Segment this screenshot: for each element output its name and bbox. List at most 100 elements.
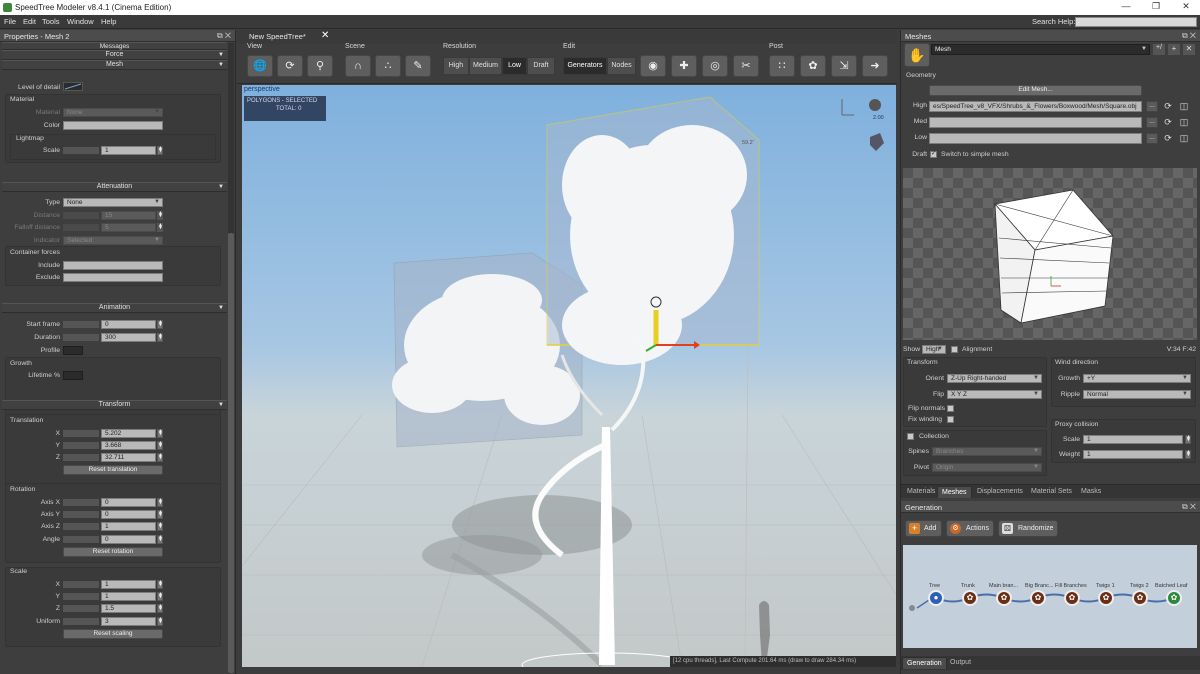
orient-select[interactable]: Z-Up Right-handed ▼ <box>947 374 1042 383</box>
axis-y-slider[interactable] <box>63 511 99 518</box>
edit-mesh-button[interactable]: Edit Mesh... <box>929 85 1142 96</box>
flip-normals-checkbox[interactable] <box>947 405 954 412</box>
tab-meshes[interactable]: Meshes <box>937 486 972 498</box>
sx-input[interactable]: 1 <box>101 580 156 589</box>
post-export-icon[interactable]: ⇲ <box>831 55 857 77</box>
high-mesh-path[interactable]: es/SpeedTree_v8_VFX/Shrubs_&_Flowers/Box… <box>929 101 1142 112</box>
mesh-preview[interactable] <box>903 168 1197 340</box>
falloff-spinner[interactable]: ▲ ▼ <box>157 223 163 232</box>
alignment-checkbox[interactable] <box>951 346 958 353</box>
profile-curve-widget[interactable] <box>63 346 83 355</box>
angle-input[interactable]: 0 <box>101 535 156 544</box>
sy-slider[interactable] <box>63 593 99 600</box>
mesh-delete-icon[interactable]: ✕ <box>1183 44 1195 55</box>
proxy-weight-spinner[interactable]: ▲ ▼ <box>1185 450 1191 459</box>
post-leaf-icon[interactable]: ✿ <box>800 55 826 77</box>
uniform-input[interactable]: 3 <box>101 617 156 626</box>
lightmap-scale-spinner[interactable]: ▲ ▼ <box>157 146 163 155</box>
node-big-branches-icon[interactable]: ✿ <box>1030 590 1046 606</box>
tz-spinner[interactable]: ▲ ▼ <box>157 453 163 462</box>
lod-curve-widget[interactable] <box>63 82 83 91</box>
sz-slider[interactable] <box>63 605 99 612</box>
mesh-duplicate-icon[interactable]: +/ <box>1153 44 1165 55</box>
reset-translation-button[interactable]: Reset translation <box>63 465 163 475</box>
tab-output[interactable]: Output <box>946 657 975 668</box>
view-globe-icon[interactable]: 🌐 <box>247 55 273 77</box>
menu-file[interactable]: File <box>4 17 16 26</box>
res-high-button[interactable]: High <box>443 57 469 75</box>
axis-x-input[interactable]: 0 <box>101 498 156 507</box>
proxy-scale-input[interactable]: 1 <box>1083 435 1183 444</box>
panel-float-close-icon[interactable]: ⧉ ✕ <box>217 31 231 41</box>
low-mesh-path[interactable] <box>929 133 1142 144</box>
mesh-select[interactable]: Mesh ▼ <box>931 44 1150 55</box>
node-tree-icon[interactable]: ● <box>928 590 944 606</box>
fix-winding-checkbox[interactable] <box>947 416 954 423</box>
duration-spinner[interactable]: ▲ ▼ <box>157 333 163 342</box>
type-select[interactable]: None ▼ <box>63 198 163 207</box>
edit-node-icon[interactable]: ◉ <box>640 55 666 77</box>
low-browse-button[interactable]: ... <box>1146 133 1158 144</box>
tab-masks[interactable]: Masks <box>1077 486 1105 497</box>
properties-scrollbar[interactable] <box>228 43 234 673</box>
graph-root-icon[interactable] <box>909 605 915 611</box>
close-icon[interactable]: ✕ <box>1172 1 1200 14</box>
uniform-slider[interactable] <box>63 618 99 625</box>
tx-input[interactable]: 5.202 <box>101 429 156 438</box>
sz-spinner[interactable]: ▲ ▼ <box>157 604 163 613</box>
tz-input[interactable]: 32.711 <box>101 453 156 462</box>
med-mesh-path[interactable] <box>929 117 1142 128</box>
duration-slider[interactable] <box>63 334 99 341</box>
collection-checkbox[interactable] <box>907 433 914 440</box>
switch-simple-mesh-checkbox[interactable]: ✓ <box>930 151 937 158</box>
uniform-spinner[interactable]: ▲ ▼ <box>157 617 163 626</box>
axis-z-spinner[interactable]: ▲ ▼ <box>157 522 163 531</box>
high-browse-button[interactable]: ... <box>1146 101 1158 112</box>
distance-slider[interactable] <box>63 212 99 219</box>
axis-x-slider[interactable] <box>63 499 99 506</box>
proxy-scale-spinner[interactable]: ▲ ▼ <box>1185 435 1191 444</box>
res-low-button[interactable]: Low <box>502 57 527 75</box>
ty-slider[interactable] <box>63 442 99 449</box>
node-batched-leaf-icon[interactable]: ✿ <box>1166 590 1182 606</box>
show-select[interactable]: High ▼ <box>922 345 946 354</box>
exclude-field[interactable] <box>63 273 163 282</box>
animation-section[interactable]: Animation ▼ <box>2 303 227 313</box>
med-options-icon[interactable]: ◫ <box>1178 117 1190 128</box>
post-arrow-icon[interactable]: ➜ <box>862 55 888 77</box>
view-zoom-icon[interactable]: ⚲ <box>307 55 333 77</box>
menu-tools[interactable]: Tools <box>42 17 60 26</box>
duration-input[interactable]: 300 <box>101 333 156 342</box>
axis-y-input[interactable]: 0 <box>101 510 156 519</box>
hand-icon[interactable]: ✋ <box>904 43 930 67</box>
force-section[interactable]: Force ▼ <box>2 50 227 60</box>
tx-spinner[interactable]: ▲ ▼ <box>157 429 163 438</box>
include-field[interactable] <box>63 261 163 270</box>
lightmap-scale-input[interactable]: 1 <box>101 146 156 155</box>
falloff-input[interactable]: 5 <box>101 223 156 232</box>
actions-button[interactable]: ⚙ Actions <box>946 520 994 537</box>
pivot-select[interactable]: Origin ▼ <box>932 463 1042 472</box>
res-medium-button[interactable]: Medium <box>469 57 502 75</box>
edit-prune-icon[interactable]: ✂ <box>733 55 759 77</box>
meshes-float-close-icon[interactable]: ⧉ ✕ <box>1182 31 1196 41</box>
start-frame-input[interactable]: 0 <box>101 320 156 329</box>
generation-graph[interactable]: Tree ● Trunk ✿ Main bran... ✿ Big Branc.… <box>903 545 1197 648</box>
angle-spinner[interactable]: ▲ ▼ <box>157 535 163 544</box>
node-fill-branches-icon[interactable]: ✿ <box>1064 590 1080 606</box>
close-tab-icon[interactable]: ✕ <box>321 30 329 41</box>
document-tab[interactable]: New SpeedTree* <box>249 32 306 41</box>
start-frame-spinner[interactable]: ▲ ▼ <box>157 320 163 329</box>
edit-target-icon[interactable]: ◎ <box>702 55 728 77</box>
indicator-select[interactable]: Selected ▼ <box>63 236 163 245</box>
sx-slider[interactable] <box>63 581 99 588</box>
node-twigs-2-icon[interactable]: ✿ <box>1132 590 1148 606</box>
sy-spinner[interactable]: ▲ ▼ <box>157 592 163 601</box>
falloff-slider[interactable] <box>63 224 99 231</box>
node-main-branches-icon[interactable]: ✿ <box>996 590 1012 606</box>
spines-select[interactable]: Branches ▼ <box>932 447 1042 456</box>
high-reload-icon[interactable]: ⟳ <box>1162 101 1174 112</box>
low-options-icon[interactable]: ◫ <box>1178 133 1190 144</box>
proxy-weight-input[interactable]: 1 <box>1083 450 1183 459</box>
messages-section[interactable]: Messages <box>2 42 227 50</box>
